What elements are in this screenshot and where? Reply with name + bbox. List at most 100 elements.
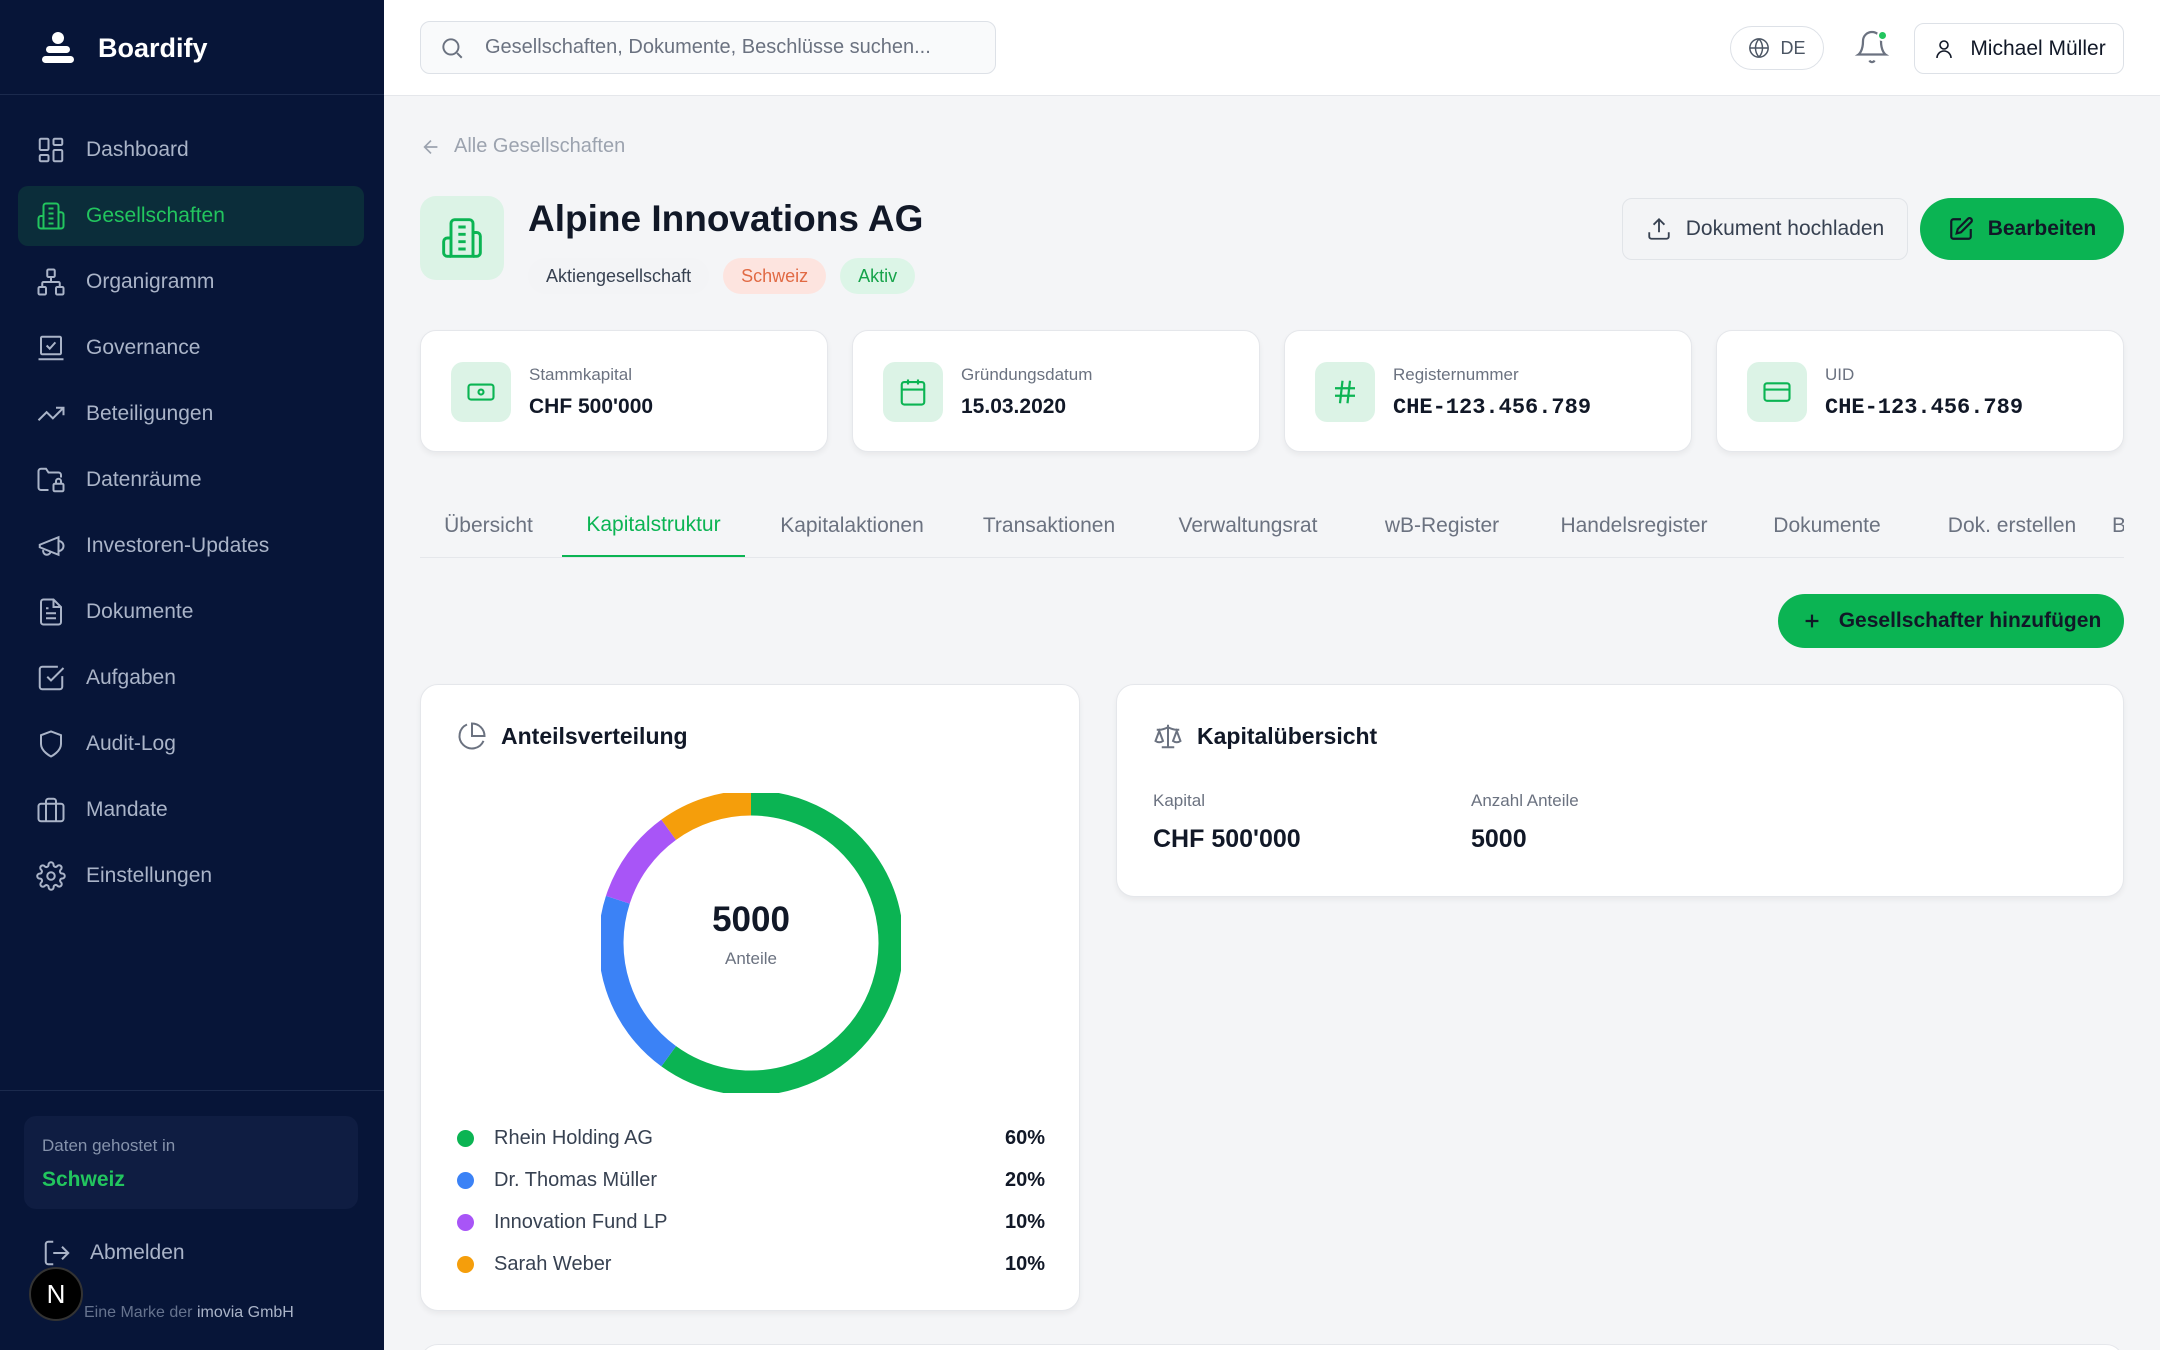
stat-card-registernummer: Registernummer CHE-123.456.789 [1284,330,1692,452]
search-icon [442,37,463,58]
hash-icon [1335,380,1355,404]
shareholder-name: Innovation Fund LP [494,1210,668,1233]
sidebar-item-mandate[interactable]: Mandate [18,780,364,840]
plus-icon [1805,614,1819,628]
sidebar-item-dashboard[interactable]: Dashboard [18,120,364,180]
sidebar-item-dokumente[interactable]: Dokumente [18,582,364,642]
shareholder-name: Rhein Holding AG [494,1126,653,1149]
governance-icon [38,335,64,361]
search-input[interactable]: Gesellschaften, Dokumente, Beschlüsse su… [420,21,996,74]
sidebar-item-label: Audit-Log [86,732,176,755]
upload-document-button[interactable]: Dokument hochladen [1622,198,1908,260]
capital-value: CHF 500'000 [1153,825,1301,853]
user-icon [1936,39,1953,58]
card-title: Anteilsverteilung [457,721,688,751]
language-switcher[interactable]: DE [1730,26,1824,70]
share-distribution-title: Anteilsverteilung [501,722,688,749]
next-card-edge [420,1344,2124,1350]
upload-document-label: Dokument hochladen [1685,217,1885,240]
sidebar-divider [0,1090,384,1091]
tab-handelsregister[interactable]: Handelsregister [1536,494,1732,557]
dev-tools-badge-letter: N [46,1278,66,1309]
gear-icon [36,861,66,891]
globe-icon [1749,38,1770,58]
sidebar-item-label: Governance [86,336,201,359]
donut-segment-3 [605,819,677,904]
back-link[interactable]: Alle Gesellschaften [420,135,625,158]
legend-color-dot [457,1129,474,1147]
tab-dok-erstellen[interactable]: Dok. erstellen [1922,494,2102,557]
sidebar-divider [0,94,384,95]
add-shareholder-button[interactable]: Gesellschafter hinzufügen [1778,594,2124,648]
shareholder-percentage: 20% [1004,1168,1045,1191]
capital-overview-title: Kapitalübersicht [1197,722,1378,749]
calendar-icon [900,379,926,406]
sidebar: Boardify Dashboard Gesellschaften Organi… [0,0,384,1350]
sidebar-item-governance[interactable]: Governance [18,318,364,378]
sidebar-item-datenraeume[interactable]: Datenräume [18,450,364,510]
tab-transaktionen[interactable]: Transaktionen [960,494,1138,557]
page-title: Alpine Innovations AG [528,198,924,239]
logo-icon [42,32,74,63]
user-menu-button[interactable]: Michael Müller [1914,23,2124,74]
share-legend: Rhein Holding AG 60% Dr. Thomas Müller 2… [457,1117,1045,1285]
tab-kapitalaktionen[interactable]: Kapitalaktionen [755,494,949,557]
scale-icon [1154,724,1182,749]
stat-icon-box [451,362,511,422]
sidebar-item-einstellungen[interactable]: Einstellungen [18,846,364,906]
back-link-label: Alle Gesellschaften [454,135,626,157]
legend-row: Innovation Fund LP 10% [457,1201,1045,1243]
company-badges: Aktiengesellschaft Schweiz Aktiv [528,258,916,294]
total-shares-value: 5000 [712,900,790,939]
total-shares-label: Anteile [725,949,777,968]
stat-card-stammkapital: Stammkapital CHF 500'000 [420,330,828,452]
app-logo[interactable]: Boardify [40,28,208,68]
tab-dokumente[interactable]: Dokumente [1742,494,1912,557]
tab-uebersicht[interactable]: Übersicht [420,494,557,557]
share-donut-chart [601,793,901,1093]
legal-form-badge: Aktiengesellschaft [528,258,710,294]
logout-button[interactable]: Abmelden [42,1238,185,1268]
sidebar-item-label: Einstellungen [86,864,213,887]
tab-wb-register[interactable]: wB-Register [1358,494,1526,557]
tab-verwaltungsrat[interactable]: Verwaltungsrat [1148,494,1348,557]
share-count-label: Anzahl Anteile [1471,791,1579,810]
banknote-icon [467,383,495,401]
brand-prefix: Eine Marke der [84,1304,193,1321]
hosting-label: Daten gehostet in [42,1136,176,1155]
add-shareholder-label: Gesellschafter hinzufügen [1838,609,2102,632]
legend-row: Rhein Holding AG 60% [457,1117,1045,1159]
legend-color-dot [457,1213,474,1231]
edit-label: Bearbeiten [1987,217,2097,240]
status-badge: Aktiv [840,258,916,294]
dev-tools-badge[interactable]: N [29,1267,83,1321]
sidebar-item-aufgaben[interactable]: Aufgaben [18,648,364,708]
megaphone-icon [38,535,65,557]
notification-dot [1877,30,1888,41]
notifications-button[interactable] [1854,29,1890,65]
tab-beschluesse[interactable]: Besch [2112,494,2124,557]
sidebar-item-audit-log[interactable]: Audit-Log [18,714,364,774]
stat-icon-box [1315,362,1375,422]
company-avatar [420,196,504,280]
stat-value: 15.03.2020 [961,395,1067,418]
card-title: Kapitalübersicht [1153,721,1377,751]
sidebar-item-investoren-updates[interactable]: Investoren-Updates [18,516,364,576]
stat-value: CHE-123.456.789 [1393,395,1592,420]
edit-button[interactable]: Bearbeiten [1920,198,2124,260]
sidebar-item-gesellschaften[interactable]: Gesellschaften [18,186,364,246]
sidebar-item-label: Dashboard [86,138,189,161]
company-tabs: Übersicht Kapitalstruktur Kapitalaktione… [420,494,2124,558]
briefcase-icon [37,797,65,823]
top-bar: Gesellschaften, Dokumente, Beschlüsse su… [384,0,2160,96]
sidebar-item-label: Dokumente [86,600,194,623]
upload-icon [1648,217,1670,240]
shareholder-percentage: 10% [1004,1252,1045,1275]
hosting-info-box: Daten gehostet in Schweiz [24,1116,358,1209]
brand-name: imovia GmbH [196,1304,294,1321]
shareholder-name: Dr. Thomas Müller [494,1168,658,1191]
sidebar-item-organigramm[interactable]: Organigramm [18,252,364,312]
tab-kapitalstruktur[interactable]: Kapitalstruktur [562,494,745,557]
stat-value: CHF 500'000 [529,395,654,418]
sidebar-item-beteiligungen[interactable]: Beteiligungen [18,384,364,444]
